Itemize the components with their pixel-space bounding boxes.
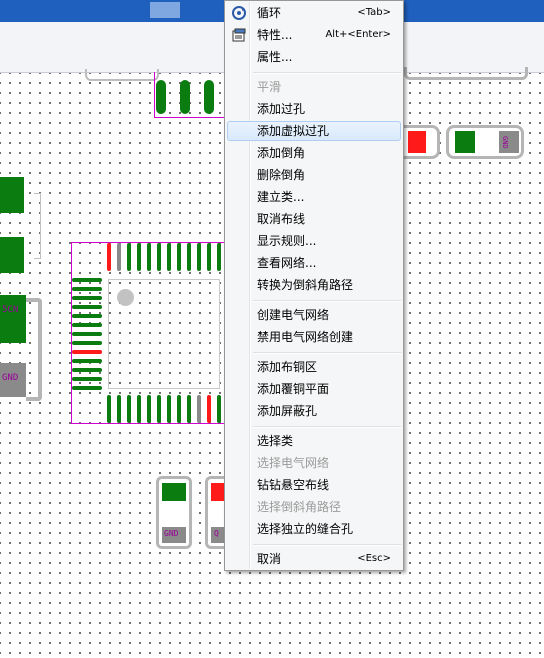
gnd-label-right: GND <box>501 136 509 149</box>
menu-item-shortcut: <Tab> <box>357 7 391 18</box>
gnd-label-bottom: GND <box>164 529 179 538</box>
menu-item-select-stitching-vias[interactable]: 选择独立的缝合孔 <box>227 519 401 539</box>
menu-separator <box>253 72 401 74</box>
properties-icon <box>231 27 247 43</box>
menu-separator <box>253 352 401 354</box>
right-pad-green <box>455 131 475 153</box>
menu-item-add-virtual-via[interactable]: 添加虚拟过孔 <box>227 121 401 141</box>
right-pad-gnd: GND <box>499 131 519 153</box>
menu-item-label: 查看网络... <box>257 256 317 270</box>
menu-item-label: 添加过孔 <box>257 102 306 116</box>
menu-item-label: 添加覆铜平面 <box>257 382 330 396</box>
menu-separator <box>253 300 401 302</box>
menu-item-shortcut: Alt+<Enter> <box>325 29 391 40</box>
pad-left-gnd[interactable]: GND <box>0 363 26 397</box>
right-pad-red <box>408 131 426 153</box>
menu-item-query-net[interactable]: 查看网络... <box>227 253 401 273</box>
menu-separator <box>253 426 401 428</box>
menu-item-add-chamfer[interactable]: 添加倒角 <box>227 143 401 163</box>
menu-separator <box>253 544 401 546</box>
menu-item-label: 添加布铜区 <box>257 360 318 374</box>
menu-item-label: 取消布线 <box>257 212 306 226</box>
menu-item-add-shield-via[interactable]: 添加屏蔽孔 <box>227 401 401 421</box>
menu-item-create-net[interactable]: 创建电气网络 <box>227 305 401 325</box>
menu-item-label: 添加倒角 <box>257 146 306 160</box>
menu-item-label: 平滑 <box>257 80 282 94</box>
con-label: 5CN <box>2 305 19 315</box>
menu-item-unroute[interactable]: 取消布线 <box>227 209 401 229</box>
ic-pin1-marker <box>117 289 134 306</box>
menu-item-label: 添加屏蔽孔 <box>257 404 318 418</box>
menu-item-select-chamfer-path: 选择倒斜角路径 <box>227 497 401 517</box>
bottom-pad-green <box>162 483 186 501</box>
pad-top-3[interactable] <box>204 80 214 114</box>
title-highlight <box>150 2 180 18</box>
menu-item-convert-chamfer-path[interactable]: 转换为倒斜角路径 <box>227 275 401 295</box>
menu-item-properties[interactable]: 特性... Alt+<Enter> <box>227 25 401 45</box>
menu-item-create-class[interactable]: 建立类... <box>227 187 401 207</box>
pad-left-1[interactable] <box>0 177 24 213</box>
menu-item-label: 选择倒斜角路径 <box>257 500 342 514</box>
pad-top-1[interactable] <box>156 80 166 114</box>
menu-item-label: 添加虚拟过孔 <box>257 124 330 138</box>
menu-item-label: 属性... <box>257 50 293 64</box>
pad-left-2[interactable] <box>0 237 24 273</box>
menu-item-label: 删除倒角 <box>257 168 306 182</box>
menu-item-label: 选择独立的缝合孔 <box>257 522 354 536</box>
right-component-1[interactable] <box>398 125 440 159</box>
menu-item-label: 显示规则... <box>257 234 317 248</box>
ic-bottom-pins <box>106 395 226 425</box>
menu-item-add-copper-area[interactable]: 添加布铜区 <box>227 357 401 377</box>
menu-item-label: 转换为倒斜角路径 <box>257 278 354 292</box>
menu-item-add-via[interactable]: 添加过孔 <box>227 99 401 119</box>
menu-item-label: 禁用电气网络创建 <box>257 330 354 344</box>
cycle-icon <box>231 5 247 21</box>
q-label-bottom: Q <box>214 529 219 538</box>
bottom-pad-gnd: GND <box>162 527 186 543</box>
ic-top-pins <box>106 243 226 273</box>
context-menu: 循环 <Tab> 特性... Alt+<Enter> 属性... 平滑 添加过孔… <box>224 0 404 571</box>
pad-top-2[interactable] <box>180 80 190 114</box>
menu-item-shortcut: <Esc> <box>357 553 391 564</box>
menu-item-cycle[interactable]: 循环 <Tab> <box>227 3 401 23</box>
menu-item-label: 选择类 <box>257 434 294 448</box>
right-component-top <box>404 67 528 80</box>
top-component-outline <box>85 69 159 81</box>
menu-item-delete-chamfer[interactable]: 删除倒角 <box>227 165 401 185</box>
menu-item-label: 建立类... <box>257 190 305 204</box>
menu-item-select-net: 选择电气网络 <box>227 453 401 473</box>
menu-item-label: 取消 <box>257 552 282 566</box>
menu-item-attributes[interactable]: 属性... <box>227 47 401 67</box>
menu-item-add-copper-plane[interactable]: 添加覆铜平面 <box>227 379 401 399</box>
gnd-label-left: GND <box>2 373 19 383</box>
bottom-component-1[interactable]: GND <box>156 476 192 549</box>
menu-item-label: 循环 <box>257 6 282 20</box>
ic-left-pins <box>72 278 104 390</box>
menu-item-smooth: 平滑 <box>227 77 401 97</box>
pad-left-con[interactable]: 5CN <box>0 295 26 343</box>
menu-item-cancel[interactable]: 取消 <Esc> <box>227 549 401 569</box>
right-component-2[interactable]: GND <box>446 125 524 159</box>
menu-item-select-class[interactable]: 选择类 <box>227 431 401 451</box>
menu-item-select-dangling[interactable]: 钻钻悬空布线 <box>227 475 401 495</box>
menu-item-label: 特性... <box>257 28 293 42</box>
menu-item-label: 选择电气网络 <box>257 456 330 470</box>
menu-item-disable-net-creation[interactable]: 禁用电气网络创建 <box>227 327 401 347</box>
menu-item-label: 创建电气网络 <box>257 308 330 322</box>
menu-item-label: 钻钻悬空布线 <box>257 478 330 492</box>
menu-item-show-rules[interactable]: 显示规则... <box>227 231 401 251</box>
left-outline-2 <box>26 298 42 401</box>
left-outline-1 <box>34 193 41 259</box>
